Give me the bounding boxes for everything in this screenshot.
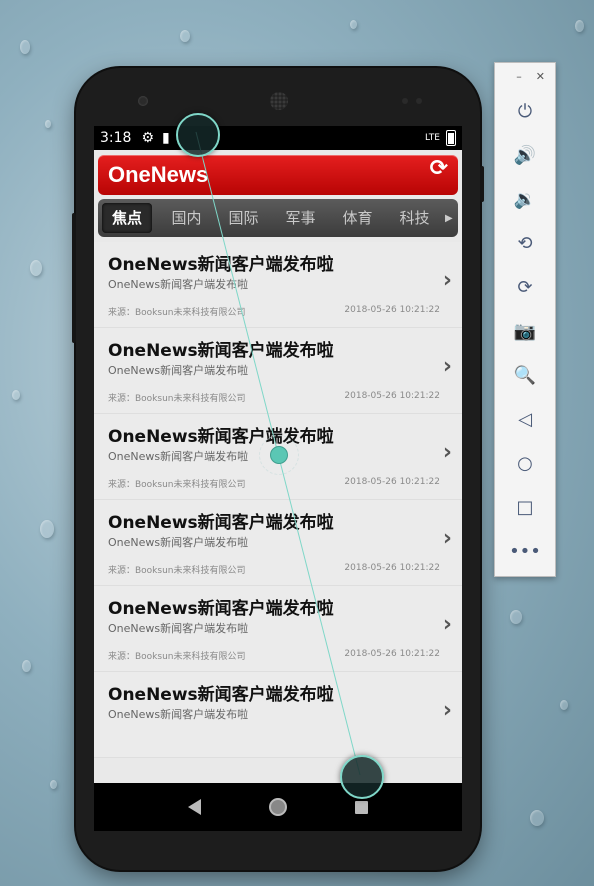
chevron-right-icon: › xyxy=(442,698,452,723)
news-subtitle: OneNews新闻客户端发布啦 xyxy=(108,278,249,291)
front-camera xyxy=(138,96,148,106)
news-subtitle: OneNews新闻客户端发布啦 xyxy=(108,708,249,721)
news-item[interactable]: OneNews新闻客户端发布啦 OneNews新闻客户端发布啦 来源：Books… xyxy=(94,586,462,672)
system-nav-bar xyxy=(94,783,462,831)
nav-recents-icon[interactable] xyxy=(355,800,368,814)
nav-home-icon[interactable] xyxy=(269,798,287,816)
news-subtitle: OneNews新闻客户端发布啦 xyxy=(108,450,249,463)
rotate-left-icon[interactable]: ⟲ xyxy=(495,221,555,265)
news-subtitle: OneNews新闻客户端发布啦 xyxy=(108,622,249,635)
zoom-icon[interactable]: 🔍 xyxy=(495,353,555,397)
volume-down-icon[interactable]: 🔉 xyxy=(495,177,555,221)
app-header: OneNews ⟳ xyxy=(98,155,458,195)
refresh-icon[interactable]: ⟳ xyxy=(430,156,448,181)
news-title: OneNews新闻客户端发布啦 xyxy=(108,685,334,705)
news-title: OneNews新闻客户端发布啦 xyxy=(108,255,334,275)
news-source: 来源：Booksun未来科技有限公司 xyxy=(108,480,246,490)
chevron-right-icon: › xyxy=(442,526,452,551)
proximity-sensor xyxy=(402,98,408,104)
tab-sports[interactable]: 体育 xyxy=(329,203,386,233)
news-time: 2018-05-26 10:21:22 xyxy=(344,563,440,573)
tab-military[interactable]: 军事 xyxy=(272,203,329,233)
power-icon[interactable]: ⏻ xyxy=(495,89,555,133)
news-source: 来源：Booksun未来科技有限公司 xyxy=(108,652,246,662)
chevron-right-icon: › xyxy=(442,612,452,637)
power-key[interactable] xyxy=(480,166,484,202)
app-title: OneNews xyxy=(108,162,209,187)
news-subtitle: OneNews新闻客户端发布啦 xyxy=(108,536,249,549)
news-time: 2018-05-26 10:21:22 xyxy=(344,477,440,487)
camera-icon[interactable]: 📷 xyxy=(495,309,555,353)
light-sensor xyxy=(416,98,422,104)
minimize-icon[interactable]: – xyxy=(516,70,522,83)
scroll-right-arrow-icon[interactable]: ▶ xyxy=(445,213,453,224)
news-item[interactable]: OneNews新闻客户端发布啦 OneNews新闻客户端发布啦 来源：Books… xyxy=(94,242,462,328)
volume-up-icon[interactable]: 🔊 xyxy=(495,133,555,177)
news-item[interactable]: OneNews新闻客户端发布啦 OneNews新闻客户端发布啦 › xyxy=(94,672,462,758)
battery-icon xyxy=(446,130,456,146)
news-title: OneNews新闻客户端发布啦 xyxy=(108,599,334,619)
rotate-right-icon[interactable]: ⟳ xyxy=(495,265,555,309)
back-icon[interactable]: ◁ xyxy=(495,397,555,441)
news-source: 来源：Booksun未来科技有限公司 xyxy=(108,394,246,404)
settings-gear-icon: ⚙ xyxy=(141,130,155,146)
chevron-right-icon: › xyxy=(442,354,452,379)
sd-card-icon: ▮ xyxy=(162,130,170,146)
news-subtitle: OneNews新闻客户端发布啦 xyxy=(108,364,249,377)
tab-international[interactable]: 国际 xyxy=(215,203,272,233)
news-source: 来源：Booksun未来科技有限公司 xyxy=(108,308,246,318)
news-time: 2018-05-26 10:21:22 xyxy=(344,391,440,401)
home-icon[interactable]: ○ xyxy=(495,441,555,485)
touch-end-marker xyxy=(340,755,384,799)
touch-start-marker xyxy=(176,113,220,157)
news-list: OneNews新闻客户端发布啦 OneNews新闻客户端发布啦 来源：Books… xyxy=(94,242,462,758)
status-bar: 3:18 ⚙ ▮ LTE xyxy=(94,126,462,150)
tab-domestic[interactable]: 国内 xyxy=(158,203,215,233)
news-time: 2018-05-26 10:21:22 xyxy=(344,649,440,659)
close-icon[interactable]: ✕ xyxy=(536,70,545,83)
chevron-right-icon: › xyxy=(442,440,452,465)
news-title: OneNews新闻客户端发布啦 xyxy=(108,513,334,533)
emulator-toolbar: – ✕ ⏻ 🔊 🔉 ⟲ ⟳ 📷 🔍 ◁ ○ □ ••• xyxy=(494,62,556,577)
news-item[interactable]: OneNews新闻客户端发布啦 OneNews新闻客户端发布啦 来源：Books… xyxy=(94,500,462,586)
category-tab-bar: 焦点 国内 国际 军事 体育 科技 ▶ xyxy=(98,199,458,237)
tab-tech[interactable]: 科技 xyxy=(386,203,443,233)
touch-point-marker xyxy=(270,446,288,464)
overview-icon[interactable]: □ xyxy=(495,485,555,529)
status-time: 3:18 xyxy=(100,130,132,146)
news-source: 来源：Booksun未来科技有限公司 xyxy=(108,566,246,576)
earpiece-speaker xyxy=(270,92,288,110)
tab-focus[interactable]: 焦点 xyxy=(102,203,152,233)
chevron-right-icon: › xyxy=(442,268,452,293)
news-title: OneNews新闻客户端发布啦 xyxy=(108,341,334,361)
news-item[interactable]: OneNews新闻客户端发布啦 OneNews新闻客户端发布啦 来源：Books… xyxy=(94,328,462,414)
news-time: 2018-05-26 10:21:22 xyxy=(344,305,440,315)
nav-back-icon[interactable] xyxy=(188,799,201,815)
network-icon: LTE xyxy=(425,133,440,143)
more-icon[interactable]: ••• xyxy=(495,529,555,573)
volume-rocker[interactable] xyxy=(72,213,76,343)
news-title: OneNews新闻客户端发布啦 xyxy=(108,427,334,447)
